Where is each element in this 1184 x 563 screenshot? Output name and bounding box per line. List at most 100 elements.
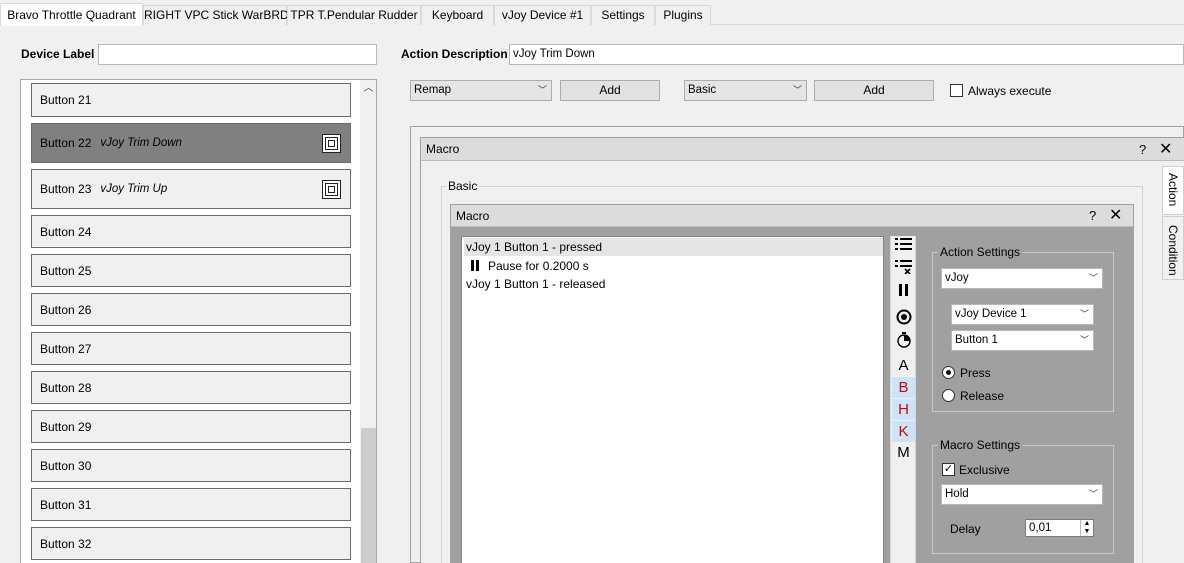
input-label: Button 24 [40,224,92,239]
add-container-button[interactable]: Add [814,80,934,101]
close-icon[interactable]: ✕ [1109,205,1122,227]
container-type-value: Basic [688,84,717,96]
macro-icon [322,133,341,153]
side-tab-action-label: Action [1166,173,1180,207]
action-type-dropdown[interactable]: Remap ﹀ [410,80,552,101]
delay-label: Delay [950,522,981,536]
macro-item[interactable]: vJoy 1 Button 1 - pressed [464,238,883,256]
basic-group-title: Basic [446,179,480,193]
input-item-button-31[interactable]: Button 31 [31,488,351,521]
input-label: Button 32 [40,536,92,551]
input-item-button-29[interactable]: Button 29 [31,410,351,443]
input-list-scrollbar[interactable]: ︿ [360,80,376,563]
macro-item-text: Pause for 0.2000 s [488,259,589,273]
add-action-button[interactable]: Add [560,80,660,101]
input-label: Button 25 [40,263,92,278]
spin-arrows-icon[interactable]: ▲ ▼ [1080,520,1093,536]
vjoy-input-select-value: Button 1 [955,334,998,346]
input-label: Button 26 [40,302,92,317]
action-type-select-value: vJoy [945,272,969,284]
repeat-mode-select[interactable]: Hold ﹀ [941,484,1103,505]
remove-action-icon[interactable] [892,259,915,280]
help-icon[interactable]: ? [1139,138,1146,161]
press-radio[interactable] [942,366,955,379]
input-label: Button 27 [40,341,92,356]
release-label: Release [960,389,1005,403]
inner-macro-title: Macro [456,209,490,223]
release-radio[interactable] [942,389,955,402]
scrollbar-thumb[interactable] [361,428,376,563]
tab-tpr-rudder[interactable]: TPR T.Pendular Rudder [287,5,421,25]
chevron-down-icon: ﹀ [1079,309,1089,319]
input-list: Button 21 Button 22 vJoy Trim Down Butto… [20,79,377,563]
hat-icon[interactable]: H [892,399,915,420]
repeat-mode-value: Hold [945,488,969,500]
exclusive-checkbox[interactable]: ✓ [942,463,955,476]
vjoy-device-select[interactable]: vJoy Device 1 ﹀ [951,304,1094,325]
button-icon[interactable]: B [892,377,915,398]
record-icon[interactable] [892,309,915,330]
input-item-button-26[interactable]: Button 26 [31,293,351,326]
axis-icon[interactable]: A [892,355,915,376]
input-item-button-27[interactable]: Button 27 [31,332,351,365]
macro-item[interactable]: Pause for 0.2000 s [464,257,883,275]
macro-item[interactable]: vJoy 1 Button 1 - released [464,275,883,293]
device-label-caption: Device Label [21,47,95,61]
input-item-button-23[interactable]: Button 23 vJoy Trim Up [31,169,351,209]
vjoy-input-select[interactable]: Button 1 ﹀ [951,330,1094,351]
macro-item-text: vJoy 1 Button 1 - released [466,277,606,291]
macro-toolbar: A B H K M [890,236,916,563]
tab-right-vpc-stick[interactable]: RIGHT VPC Stick WarBRD [143,5,289,25]
input-label: Button 31 [40,497,92,512]
input-item-button-21[interactable]: Button 21 [31,83,351,117]
tab-keyboard[interactable]: Keyboard [421,5,494,25]
input-action-description: vJoy Trim Down [100,137,182,149]
side-tab-action[interactable]: Action [1162,166,1184,215]
key-icon[interactable]: K [892,421,915,442]
delay-value: 0,01 [1029,522,1052,534]
input-label: Button 30 [40,458,92,473]
input-item-button-25[interactable]: Button 25 [31,254,351,287]
container-type-dropdown[interactable]: Basic ﹀ [684,80,807,101]
input-item-button-28[interactable]: Button 28 [31,371,351,404]
chevron-down-icon: ﹀ [1088,273,1098,283]
chevron-up-icon[interactable]: ︿ [360,80,376,97]
input-item-button-22[interactable]: Button 22 vJoy Trim Down [31,123,351,163]
action-type-select[interactable]: vJoy ﹀ [941,268,1103,289]
pause-icon[interactable] [892,282,915,303]
input-item-button-24[interactable]: Button 24 [31,215,351,248]
outer-macro-title: Macro [426,142,460,156]
input-item-button-32[interactable]: Button 32 [31,527,351,560]
add-action-icon[interactable] [892,237,915,258]
macro-action-list: vJoy 1 Button 1 - pressed Pause for 0.20… [461,236,884,563]
device-tab-bar: Bravo Throttle Quadrant RIGHT VPC Stick … [0,0,1184,26]
action-description-input[interactable]: vJoy Trim Down [509,44,1184,65]
input-label: Button 23 [40,182,92,196]
outer-macro-titlebar: Macro ? ✕ [421,138,1184,161]
chevron-down-icon: ﹀ [1088,489,1098,499]
timer-icon[interactable] [892,332,915,353]
tab-settings[interactable]: Settings [591,5,655,25]
side-tab-condition[interactable]: Condition [1162,216,1184,280]
press-label: Press [960,366,991,380]
close-icon[interactable]: ✕ [1159,138,1172,161]
action-description-caption: Action Description [401,47,508,61]
input-item-button-30[interactable]: Button 30 [31,449,351,482]
macro-settings-title: Macro Settings [938,438,1023,452]
help-icon[interactable]: ? [1089,205,1096,227]
always-execute-checkbox[interactable] [950,84,963,97]
tab-bravo-throttle-quadrant[interactable]: Bravo Throttle Quadrant [0,3,143,26]
exclusive-label: Exclusive [959,463,1010,477]
device-label-input[interactable] [98,44,377,65]
macro-item-text: vJoy 1 Button 1 - pressed [466,240,603,254]
vjoy-device-select-value: vJoy Device 1 [955,308,1027,320]
input-label: Button 29 [40,419,92,434]
mouse-icon[interactable]: M [892,442,915,463]
delay-spinbox[interactable]: 0,01 ▲ ▼ [1025,519,1094,537]
macro-icon [322,179,341,199]
side-tab-condition-label: Condition [1166,225,1180,276]
input-label: Button 21 [40,93,92,107]
tab-vjoy-device-1[interactable]: vJoy Device #1 [494,5,591,25]
input-label: Button 28 [40,380,92,395]
tab-plugins[interactable]: Plugins [655,5,711,25]
